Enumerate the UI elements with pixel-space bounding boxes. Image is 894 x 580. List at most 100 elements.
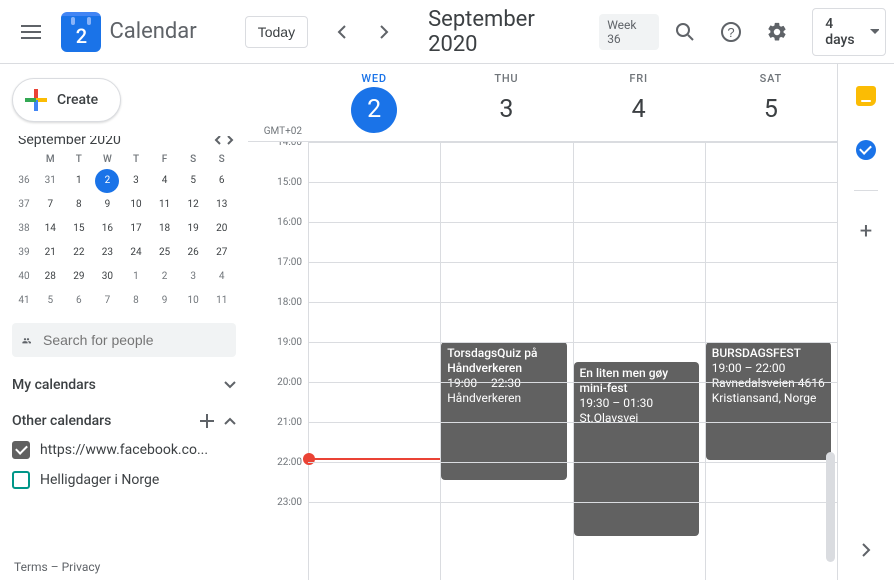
- mini-day[interactable]: 25: [153, 241, 177, 265]
- mini-day[interactable]: 24: [124, 241, 148, 265]
- event-time: 19:00 – 22:00: [712, 361, 825, 376]
- event[interactable]: BURSDAGSFEST19:00 – 22:00Ravnedalsveien …: [706, 342, 831, 460]
- tasks-addon-button[interactable]: [846, 130, 886, 170]
- plus-multicolor-icon: [25, 89, 47, 111]
- mini-day[interactable]: 4: [210, 265, 234, 289]
- mini-day[interactable]: 11: [153, 193, 177, 217]
- view-switcher[interactable]: 4 days: [812, 8, 886, 56]
- mini-next-button[interactable]: [226, 136, 234, 145]
- prev-period-button[interactable]: [322, 12, 362, 52]
- today-button[interactable]: Today: [245, 16, 308, 48]
- other-calendars-toggle[interactable]: Other calendars: [12, 413, 236, 429]
- event[interactable]: TorsdagsQuiz på Håndverkeren19:00 – 22:3…: [441, 342, 566, 480]
- checkbox[interactable]: [12, 441, 30, 459]
- mini-day[interactable]: 5: [181, 169, 205, 193]
- mini-day[interactable]: 10: [181, 289, 205, 313]
- day-column[interactable]: En liten men gøy mini-fest19:30 – 01:30S…: [573, 142, 705, 580]
- mini-day[interactable]: 6: [210, 169, 234, 193]
- hour-line: [308, 382, 837, 383]
- mini-day[interactable]: 1: [67, 169, 91, 193]
- help-icon: ?: [720, 21, 742, 43]
- app-header: 2 Calendar Today September 2020 Week 36 …: [0, 0, 894, 64]
- mini-day[interactable]: 27: [210, 241, 234, 265]
- mini-day[interactable]: 11: [210, 289, 234, 313]
- day-number-label: 4: [616, 87, 662, 133]
- hour-label: 21:00: [248, 417, 302, 457]
- privacy-link[interactable]: Privacy: [62, 560, 101, 574]
- hide-sidepanel-button[interactable]: [846, 530, 886, 570]
- checkbox[interactable]: [12, 471, 30, 489]
- event[interactable]: En liten men gøy mini-fest19:30 – 01:30S…: [574, 362, 699, 536]
- mini-day[interactable]: 23: [95, 241, 119, 265]
- keep-icon: [856, 86, 876, 106]
- event-time: 19:00 – 22:30: [447, 376, 560, 391]
- mini-day[interactable]: 8: [67, 193, 91, 217]
- mini-day[interactable]: 13: [210, 193, 234, 217]
- mini-dow-header: W: [93, 150, 122, 169]
- mini-day[interactable]: 18: [153, 217, 177, 241]
- mini-day[interactable]: 30: [95, 265, 119, 289]
- search-people-input[interactable]: [41, 331, 226, 349]
- day-header[interactable]: THU3: [440, 64, 572, 141]
- mini-day[interactable]: 9: [95, 193, 119, 217]
- search-button[interactable]: [667, 12, 705, 52]
- my-calendars-toggle[interactable]: My calendars: [12, 377, 236, 393]
- search-people-field[interactable]: [12, 323, 236, 357]
- mini-day[interactable]: 9: [153, 289, 177, 313]
- settings-button[interactable]: [758, 12, 796, 52]
- mini-day[interactable]: 4: [153, 169, 177, 193]
- hour-line: [308, 422, 837, 423]
- mini-day[interactable]: 29: [67, 265, 91, 289]
- calendar-item[interactable]: Helligdager i Norge: [12, 471, 236, 489]
- mini-day[interactable]: 14: [38, 217, 62, 241]
- terms-link[interactable]: Terms: [14, 560, 48, 574]
- day-column[interactable]: BURSDAGSFEST19:00 – 22:00Ravnedalsveien …: [705, 142, 837, 580]
- mini-day[interactable]: 10: [124, 193, 148, 217]
- mini-day[interactable]: 31: [38, 169, 62, 193]
- mini-day[interactable]: 12: [181, 193, 205, 217]
- mini-day[interactable]: 19: [181, 217, 205, 241]
- caret-down-icon: [870, 29, 879, 35]
- mini-day[interactable]: 8: [124, 289, 148, 313]
- next-period-button[interactable]: [364, 12, 404, 52]
- create-button[interactable]: Create: [12, 78, 121, 122]
- mini-wk-header: [12, 150, 36, 169]
- mini-day[interactable]: 16: [95, 217, 119, 241]
- mini-day[interactable]: 7: [95, 289, 119, 313]
- mini-day[interactable]: 5: [38, 289, 62, 313]
- mini-day[interactable]: 3: [124, 169, 148, 193]
- mini-dow-header: T: [65, 150, 94, 169]
- day-of-week-label: WED: [308, 72, 440, 85]
- mini-day[interactable]: 15: [67, 217, 91, 241]
- people-icon: [22, 332, 31, 348]
- mini-day[interactable]: 28: [38, 265, 62, 289]
- keep-addon-button[interactable]: [846, 76, 886, 116]
- mini-week-number: 39: [12, 241, 36, 265]
- mini-day[interactable]: 22: [67, 241, 91, 265]
- mini-day[interactable]: 3: [181, 265, 205, 289]
- support-button[interactable]: ?: [712, 12, 750, 52]
- mini-day[interactable]: 7: [38, 193, 62, 217]
- mini-day[interactable]: 6: [67, 289, 91, 313]
- calendar-item[interactable]: https://www.facebook.co...: [12, 441, 236, 459]
- mini-day[interactable]: 21: [38, 241, 62, 265]
- add-other-calendar-button[interactable]: [200, 414, 214, 428]
- day-header[interactable]: WED2: [308, 64, 440, 141]
- day-header[interactable]: FRI4: [573, 64, 705, 141]
- mini-prev-button[interactable]: [214, 136, 222, 145]
- mini-day[interactable]: 20: [210, 217, 234, 241]
- mini-dow-header: F: [150, 150, 179, 169]
- vertical-scrollbar[interactable]: [826, 452, 835, 580]
- mini-day[interactable]: 1: [124, 265, 148, 289]
- mini-day[interactable]: 2: [95, 169, 119, 193]
- chevron-right-icon: [861, 543, 871, 557]
- mini-day[interactable]: 17: [124, 217, 148, 241]
- mini-day[interactable]: 2: [153, 265, 177, 289]
- day-column[interactable]: [308, 142, 440, 580]
- day-header[interactable]: SAT5: [705, 64, 837, 141]
- main-menu-button[interactable]: [8, 8, 53, 56]
- chevron-right-icon: [379, 25, 389, 39]
- mini-day[interactable]: 26: [181, 241, 205, 265]
- get-addons-button[interactable]: +: [846, 211, 886, 251]
- day-column[interactable]: TorsdagsQuiz på Håndverkeren19:00 – 22:3…: [440, 142, 572, 580]
